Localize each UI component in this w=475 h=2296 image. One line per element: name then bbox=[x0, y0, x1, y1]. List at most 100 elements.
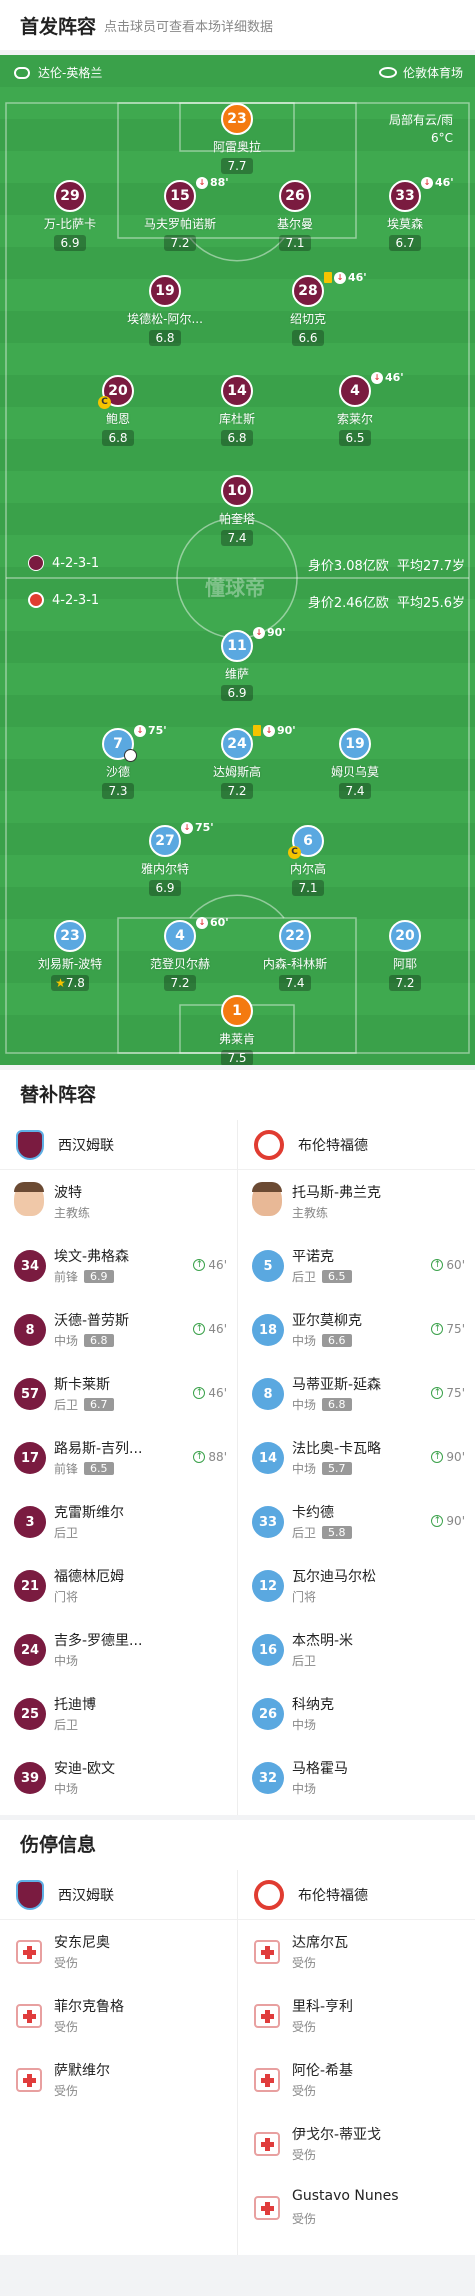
substitute-row[interactable]: 33 卡约德 后卫 5.8 ↑ 90' bbox=[238, 1490, 475, 1554]
player-home-gk[interactable]: 23 阿雷奥拉 7.7 bbox=[182, 103, 292, 174]
sub-time: 90' bbox=[446, 1514, 465, 1528]
player-number-wrap: 11 ↓ 90' bbox=[221, 626, 286, 662]
substitute-row[interactable]: 8 马蒂亚斯-延森 中场 6.8 ↑ 75' bbox=[238, 1362, 475, 1426]
sub-in-time: ↑ 46' bbox=[193, 1322, 227, 1336]
player-home[interactable]: 4 ↓ 46' 索莱尔 6.5 bbox=[300, 371, 410, 446]
substitute-row[interactable]: 24 吉多-罗德里... 中场 bbox=[0, 1618, 237, 1682]
substitute-row[interactable]: 25 托迪博 后卫 bbox=[0, 1682, 237, 1746]
player-position: 中场 bbox=[292, 1718, 317, 1732]
section-title: 替补阵容 bbox=[20, 1084, 97, 1106]
sub-time: 60' bbox=[446, 1258, 465, 1272]
injury-status: 受伤 bbox=[54, 2084, 79, 2098]
player-away[interactable]: 11 ↓ 90' 维萨 6.9 bbox=[182, 626, 292, 701]
player-rating: ★7.8 bbox=[51, 975, 89, 991]
player-away-gk[interactable]: 1 弗莱肯 7.5 bbox=[182, 995, 292, 1065]
player-position-line: 后卫 bbox=[54, 1524, 78, 1541]
captain-icon: C bbox=[98, 396, 111, 409]
team-value: 身价3.08亿欧 bbox=[307, 559, 389, 574]
player-away[interactable]: 24 ↓ 90' 达姆斯高 7.2 bbox=[182, 724, 296, 799]
player-home[interactable]: 28 ↓ 46' 绍切克 6.6 bbox=[253, 271, 367, 346]
player-home[interactable]: 29 万-比萨卡 6.9 bbox=[15, 180, 125, 251]
player-position: 后卫 bbox=[54, 1718, 79, 1732]
player-away[interactable]: 19 姆贝乌莫 7.4 bbox=[300, 728, 410, 799]
injury-row[interactable]: 里科-亨利 受伤 bbox=[238, 1984, 475, 2048]
sub-time: 88' bbox=[210, 176, 229, 189]
medical-cross-icon bbox=[254, 1940, 280, 1964]
player-number: 8 bbox=[14, 1314, 46, 1346]
coach-role: 主教练 bbox=[54, 1206, 91, 1220]
sub-time: 46' bbox=[435, 176, 454, 189]
match-info-bar: 达伦-英格兰 伦敦体育场 bbox=[0, 55, 475, 89]
player-position: 后卫 bbox=[54, 1398, 79, 1412]
player-home[interactable]: 15 ↓ 88' 马夫罗帕诺斯 7.2 bbox=[125, 176, 235, 251]
player-away[interactable]: 6 C 内尔高 7.1 bbox=[253, 825, 363, 896]
player-name: 阿伦-希基 bbox=[292, 2063, 354, 2079]
player-number: 1 bbox=[221, 995, 253, 1027]
player-name: 埃莫森 bbox=[386, 217, 423, 231]
substitute-row[interactable]: 18 亚尔莫柳克 中场 6.6 ↑ 75' bbox=[238, 1298, 475, 1362]
substitute-row[interactable]: 32 马格霍马 中场 bbox=[238, 1746, 475, 1810]
player-number: 5 bbox=[252, 1250, 284, 1282]
player-away[interactable]: 4 ↓ 60' 范登贝尔赫 7.2 bbox=[125, 916, 235, 991]
brentford-crest-icon bbox=[254, 1129, 284, 1160]
injury-row[interactable]: Gustavo Nunes 受伤 bbox=[238, 2176, 475, 2240]
player-away[interactable]: 23 刘易斯-波特 ★7.8 bbox=[15, 920, 125, 991]
player-home[interactable]: 26 基尔曼 7.1 bbox=[240, 180, 350, 251]
player-away[interactable]: 27 ↓ 75' 雅内尔特 6.9 bbox=[110, 821, 220, 896]
player-home[interactable]: 10 帕奎塔 7.4 bbox=[182, 475, 292, 546]
coach-row[interactable]: 托马斯-弗兰克 主教练 bbox=[238, 1170, 475, 1234]
substitute-row[interactable]: 16 本杰明-米 后卫 bbox=[238, 1618, 475, 1682]
yellow-card-icon bbox=[324, 272, 332, 283]
player-home[interactable]: 33 ↓ 46' 埃莫森 6.7 bbox=[350, 176, 460, 251]
substitute-row[interactable]: 14 法比奥-卡瓦略 中场 5.7 ↑ 90' bbox=[238, 1426, 475, 1490]
player-name: 姆贝乌莫 bbox=[330, 765, 379, 779]
sub-time: 90' bbox=[277, 724, 296, 737]
substitute-row[interactable]: 17 路易斯-吉列... 前锋 6.5 ↑ 88' bbox=[0, 1426, 237, 1490]
player-home[interactable]: 14 库杜斯 6.8 bbox=[182, 375, 292, 446]
coach-name: 托马斯-弗兰克 bbox=[292, 1185, 382, 1201]
player-away[interactable]: 22 内森-科林斯 7.4 bbox=[240, 920, 350, 991]
injury-row[interactable]: 菲尔克鲁格 受伤 bbox=[0, 1984, 237, 2048]
player-name: 菲尔克鲁格 bbox=[54, 1999, 124, 2015]
player-number: 11 bbox=[227, 638, 247, 654]
player-number: 7 bbox=[113, 736, 123, 752]
injury-status: 受伤 bbox=[292, 1956, 317, 1970]
player-name: 亚尔莫柳克 bbox=[292, 1313, 362, 1329]
player-number: 29 bbox=[54, 180, 86, 212]
coach-row[interactable]: 波特 主教练 bbox=[0, 1170, 237, 1234]
sub-out-icon: ↓ bbox=[263, 724, 275, 737]
substitute-row[interactable]: 57 斯卡莱斯 后卫 6.7 ↑ 46' bbox=[0, 1362, 237, 1426]
player-number: 19 bbox=[149, 275, 181, 307]
substitution-badge: ↓ 75' bbox=[134, 724, 167, 737]
substitute-row[interactable]: 34 埃文-弗格森 前锋 6.9 ↑ 46' bbox=[0, 1234, 237, 1298]
player-number: 18 bbox=[252, 1314, 284, 1346]
medical-cross-icon bbox=[16, 2068, 42, 2092]
substitute-row[interactable]: 8 沃德-普劳斯 中场 6.8 ↑ 46' bbox=[0, 1298, 237, 1362]
injury-row[interactable]: 伊戈尔-蒂亚戈 受伤 bbox=[238, 2112, 475, 2176]
injury-row[interactable]: 萨默维尔 受伤 bbox=[0, 2048, 237, 2112]
sub-in-time: ↑ 46' bbox=[193, 1258, 227, 1272]
sub-out-icon: ↓ bbox=[253, 626, 265, 639]
injury-row[interactable]: 阿伦-希基 受伤 bbox=[238, 2048, 475, 2112]
player-home[interactable]: 19 埃德松-阿尔... 6.8 bbox=[110, 275, 220, 346]
player-rating: 7.2 bbox=[164, 975, 196, 991]
substitute-row[interactable]: 5 平诺克 后卫 6.5 ↑ 60' bbox=[238, 1234, 475, 1298]
sub-time: 60' bbox=[210, 916, 229, 929]
injury-row[interactable]: 达席尔瓦 受伤 bbox=[238, 1920, 475, 1984]
player-away[interactable]: 20 阿耶 7.2 bbox=[350, 920, 460, 991]
player-number-wrap: 4 ↓ 60' bbox=[164, 916, 229, 952]
player-position: 前锋 bbox=[54, 1270, 79, 1284]
substitute-row[interactable]: 12 瓦尔迪马尔松 门将 bbox=[238, 1554, 475, 1618]
player-rating: 7.2 bbox=[389, 975, 421, 991]
player-away[interactable]: 7 ↓ 75' 沙德 7.3 bbox=[63, 724, 173, 799]
player-position: 前锋 bbox=[54, 1462, 79, 1476]
substitute-row[interactable]: 21 福德林厄姆 门将 bbox=[0, 1554, 237, 1618]
team-header: 西汉姆联 bbox=[0, 1120, 237, 1170]
player-home[interactable]: 20 C 鲍恩 6.8 bbox=[63, 375, 173, 446]
injury-row[interactable]: 安东尼奥 受伤 bbox=[0, 1920, 237, 1984]
player-number: 32 bbox=[252, 1762, 284, 1794]
substitute-row[interactable]: 3 克雷斯维尔 后卫 bbox=[0, 1490, 237, 1554]
substitute-row[interactable]: 39 安迪-欧文 中场 bbox=[0, 1746, 237, 1810]
substitute-row[interactable]: 26 科纳克 中场 bbox=[238, 1682, 475, 1746]
sub-in-arrow-icon: ↑ bbox=[193, 1451, 206, 1463]
